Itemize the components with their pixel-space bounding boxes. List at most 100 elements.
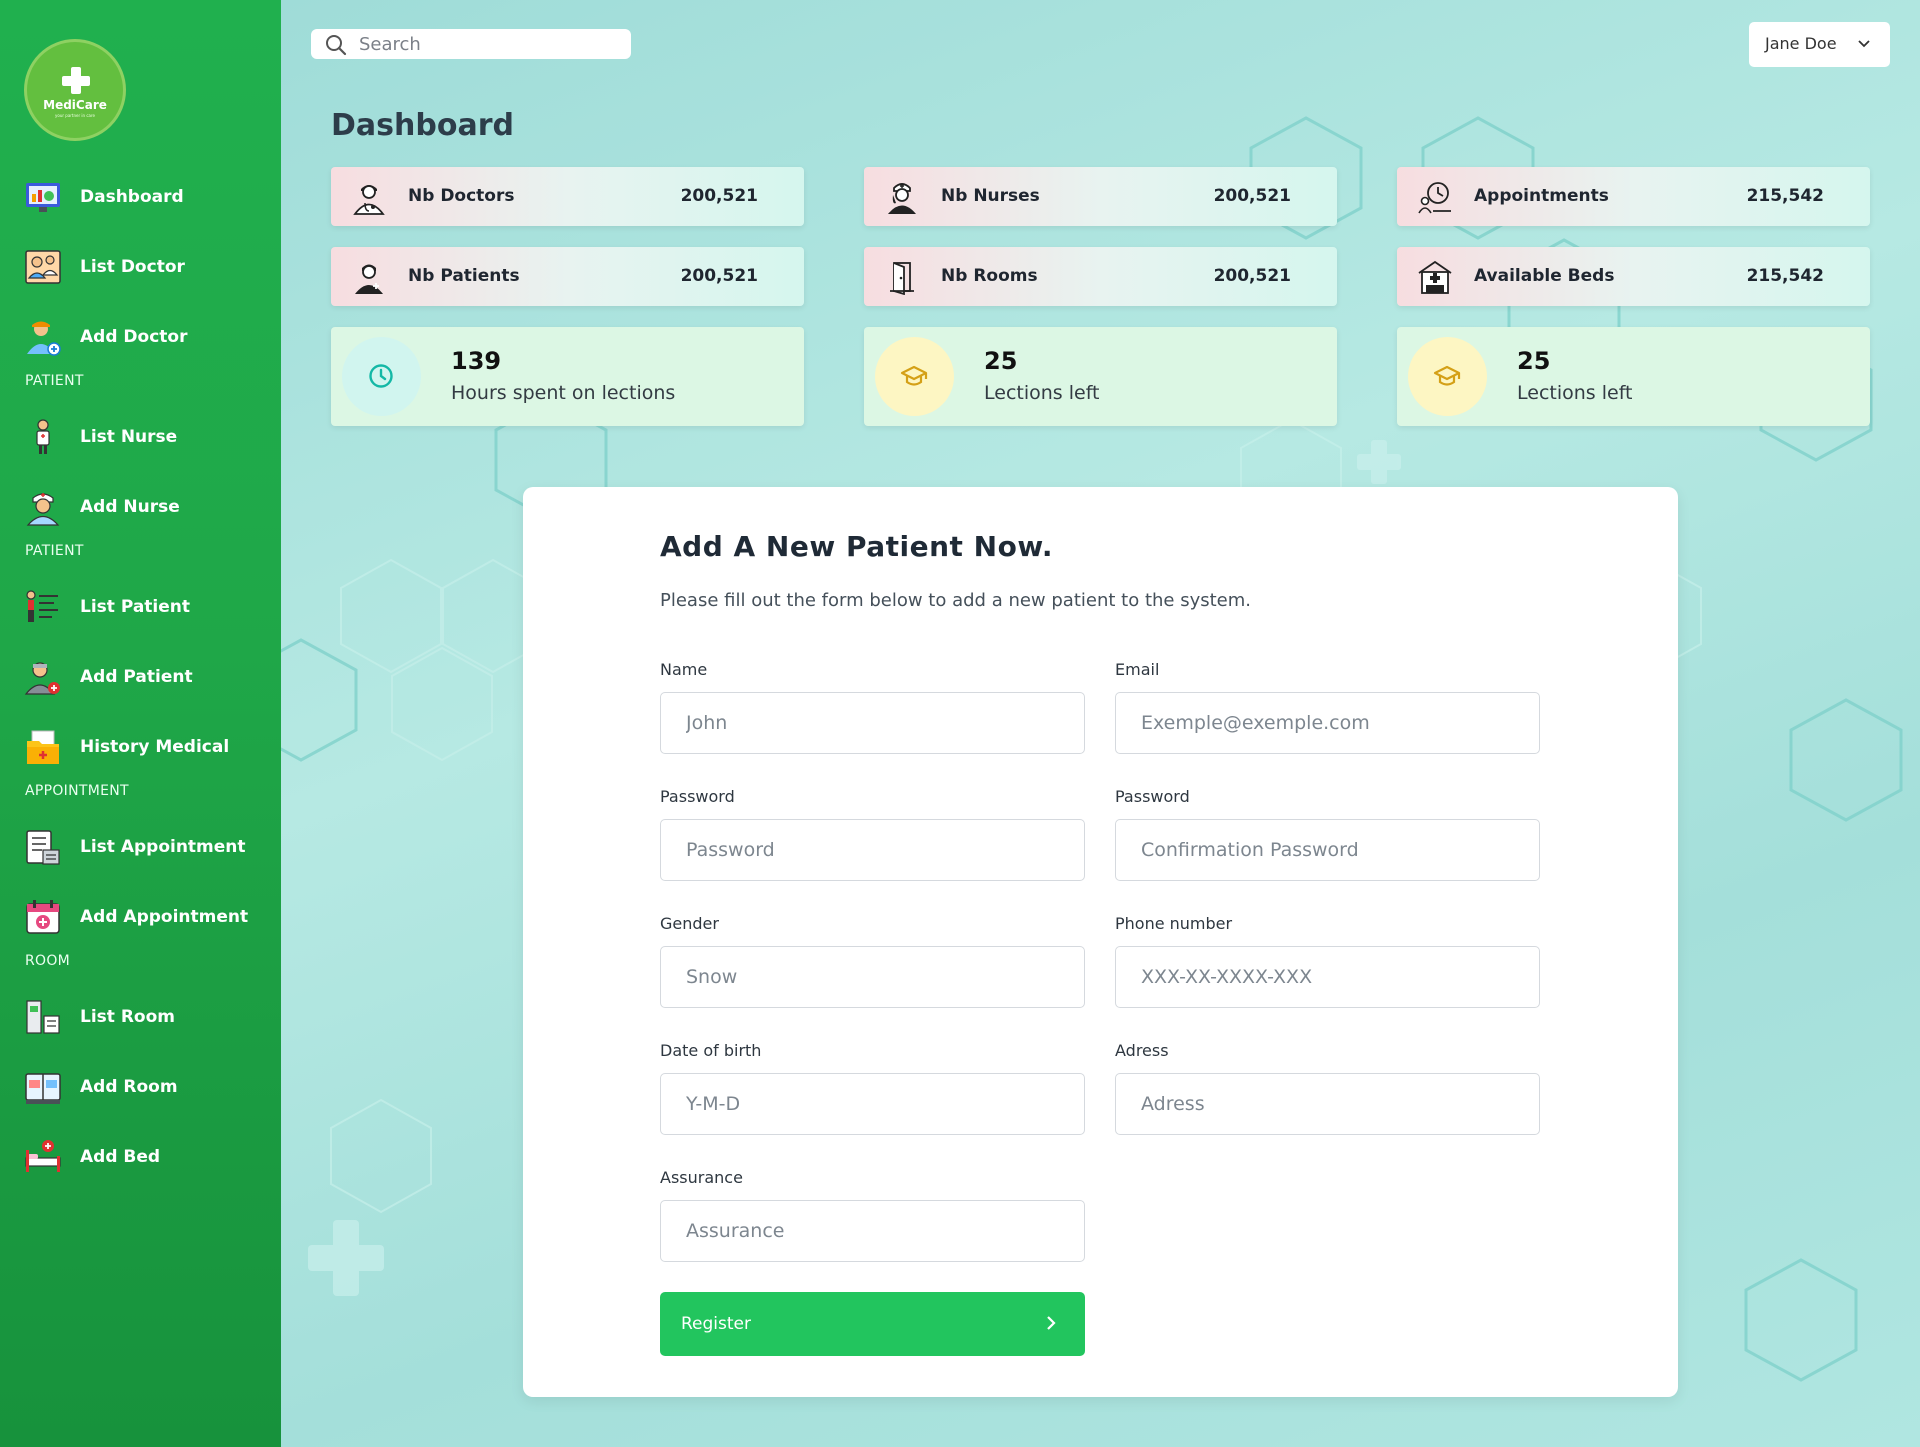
sidebar-item-add-bed[interactable]: Add Bed	[0, 1129, 281, 1185]
clock-icon	[369, 364, 393, 388]
sidebar-item-add-appointment[interactable]: Add Appointment	[0, 889, 281, 945]
info-card-hours: 139 Hours spent on lections	[331, 327, 804, 426]
sidebar-item-dashboard[interactable]: Dashboard	[0, 169, 281, 225]
password-confirm-field[interactable]	[1115, 819, 1540, 881]
sidebar-item-label: Add Patient	[80, 667, 193, 687]
nurse-list-icon	[36, 419, 50, 454]
assurance-label: Assurance	[660, 1168, 743, 1187]
stat-card-rooms: Nb Rooms 200,521	[864, 247, 1337, 306]
clock-badge	[342, 337, 421, 416]
gender-field[interactable]	[660, 946, 1085, 1008]
stat-label: Nb Patients	[408, 266, 520, 286]
password-confirm-label: Password	[1115, 787, 1190, 806]
add-room-icon	[25, 1073, 61, 1104]
stat-value: 215,542	[1746, 186, 1824, 206]
sidebar-item-add-patient[interactable]: Add Patient	[0, 649, 281, 705]
door-icon	[890, 262, 914, 295]
assurance-field[interactable]	[660, 1200, 1085, 1262]
hospital-icon	[1418, 260, 1452, 294]
sidebar-item-label: List Nurse	[80, 427, 178, 447]
nurse-icon	[888, 183, 916, 214]
add-nurse-icon	[26, 493, 60, 526]
dob-field[interactable]	[660, 1073, 1085, 1135]
add-appointment-icon	[26, 900, 60, 934]
patient-icon	[355, 264, 383, 294]
sidebar-item-list-patient[interactable]: List Patient	[0, 579, 281, 635]
sidebar-item-label: List Doctor	[80, 257, 185, 277]
stat-card-beds: Available Beds 215,542	[1397, 247, 1870, 306]
stat-label: Nb Doctors	[408, 186, 515, 206]
stat-value: 215,542	[1746, 266, 1824, 286]
sidebar-section-patient: PATIENT	[25, 373, 84, 389]
sidebar-item-history-medical[interactable]: History Medical	[0, 719, 281, 775]
password-field[interactable]	[660, 819, 1085, 881]
sidebar-item-add-nurse[interactable]: Add Nurse	[0, 479, 281, 535]
search-input[interactable]	[359, 32, 619, 56]
sidebar-item-list-doctor[interactable]: List Doctor	[0, 239, 281, 295]
graduation-cap-icon	[900, 365, 928, 386]
user-name: Jane Doe	[1765, 34, 1837, 53]
patient-list-icon	[26, 590, 58, 622]
info-card-lections-left-2: 25 Lections left	[1397, 327, 1870, 426]
logo-tagline: your partner in care	[55, 113, 95, 118]
sidebar: MediCare your partner in care Dashboard …	[0, 0, 281, 1447]
sidebar-item-label: List Appointment	[80, 837, 246, 857]
sidebar-item-list-nurse[interactable]: List Nurse	[0, 409, 281, 465]
stat-value: 200,521	[680, 186, 758, 206]
add-doctor-icon	[27, 321, 61, 356]
info-card-lections-left: 25 Lections left	[864, 327, 1337, 426]
phone-field[interactable]	[1115, 946, 1540, 1008]
search-bar	[311, 29, 631, 59]
info-label: Hours spent on lections	[451, 382, 676, 404]
sidebar-item-add-doctor[interactable]: Add Doctor	[0, 309, 281, 365]
sidebar-item-list-appointment[interactable]: List Appointment	[0, 819, 281, 875]
email-label: Email	[1115, 660, 1160, 679]
stat-label: Nb Rooms	[941, 266, 1038, 286]
appointment-list-icon	[26, 830, 60, 865]
sidebar-item-label: Add Appointment	[80, 907, 249, 927]
add-patient-form: Add A New Patient Now. Please fill out t…	[523, 487, 1678, 1397]
add-patient-icon	[24, 662, 60, 695]
name-label: Name	[660, 660, 708, 679]
info-label: Lections left	[984, 382, 1100, 404]
stat-card-patients: Nb Patients 200,521	[331, 247, 804, 306]
search-icon	[326, 35, 347, 56]
sidebar-item-label: Add Room	[80, 1077, 178, 1097]
logo-name: MediCare	[43, 98, 107, 112]
sidebar-section-patient-2: PATIENT	[25, 543, 84, 559]
gender-label: Gender	[660, 914, 719, 933]
form-title: Add A New Patient Now.	[660, 530, 1054, 563]
sidebar-item-label: Dashboard	[80, 187, 184, 207]
doctor-list-icon	[25, 250, 61, 284]
email-field[interactable]	[1115, 692, 1540, 754]
graduation-badge	[875, 337, 954, 416]
dashboard-icon	[26, 183, 60, 212]
address-field[interactable]	[1115, 1073, 1540, 1135]
stat-card-nurses: Nb Nurses 200,521	[864, 167, 1337, 226]
info-label: Lections left	[1517, 382, 1633, 404]
chevron-right-icon	[1047, 1316, 1056, 1330]
user-menu-dropdown[interactable]: Jane Doe	[1749, 22, 1890, 67]
register-button-label: Register	[681, 1314, 751, 1334]
stat-label: Nb Nurses	[941, 186, 1040, 206]
room-list-icon	[26, 1000, 60, 1034]
password-label: Password	[660, 787, 735, 806]
add-bed-icon	[25, 1140, 61, 1172]
page-title: Dashboard	[331, 108, 514, 143]
sidebar-section-room: ROOM	[25, 953, 71, 969]
sidebar-section-appointment: APPOINTMENT	[25, 783, 129, 799]
name-field[interactable]	[660, 692, 1085, 754]
info-value: 25	[984, 347, 1018, 375]
sidebar-item-list-room[interactable]: List Room	[0, 989, 281, 1045]
chevron-down-icon	[1858, 40, 1870, 48]
stat-label: Appointments	[1474, 186, 1609, 206]
doctor-icon	[353, 185, 385, 215]
medicare-logo[interactable]: MediCare your partner in care	[24, 39, 126, 141]
phone-label: Phone number	[1115, 914, 1233, 933]
stat-value: 200,521	[1213, 186, 1291, 206]
register-button[interactable]: Register	[660, 1292, 1085, 1356]
stat-value: 200,521	[680, 266, 758, 286]
sidebar-item-label: List Room	[80, 1007, 175, 1027]
sidebar-item-label: Add Doctor	[80, 327, 188, 347]
sidebar-item-add-room[interactable]: Add Room	[0, 1059, 281, 1115]
